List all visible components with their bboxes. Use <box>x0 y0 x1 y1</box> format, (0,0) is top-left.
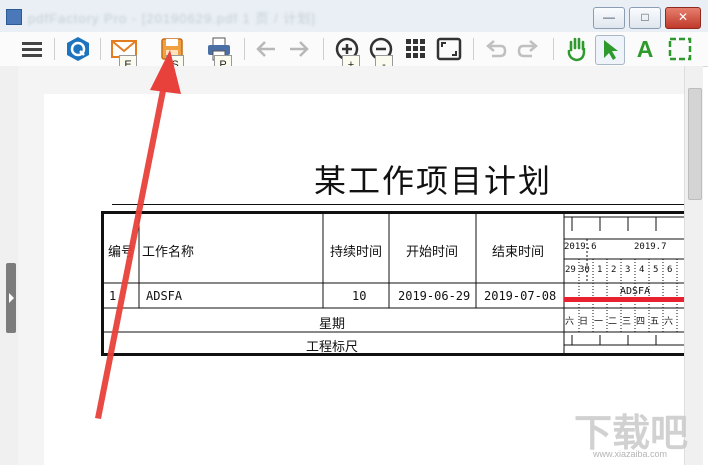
annotation-arrow <box>95 50 181 419</box>
watermark-url: www.xiazaiba.com <box>593 449 668 459</box>
